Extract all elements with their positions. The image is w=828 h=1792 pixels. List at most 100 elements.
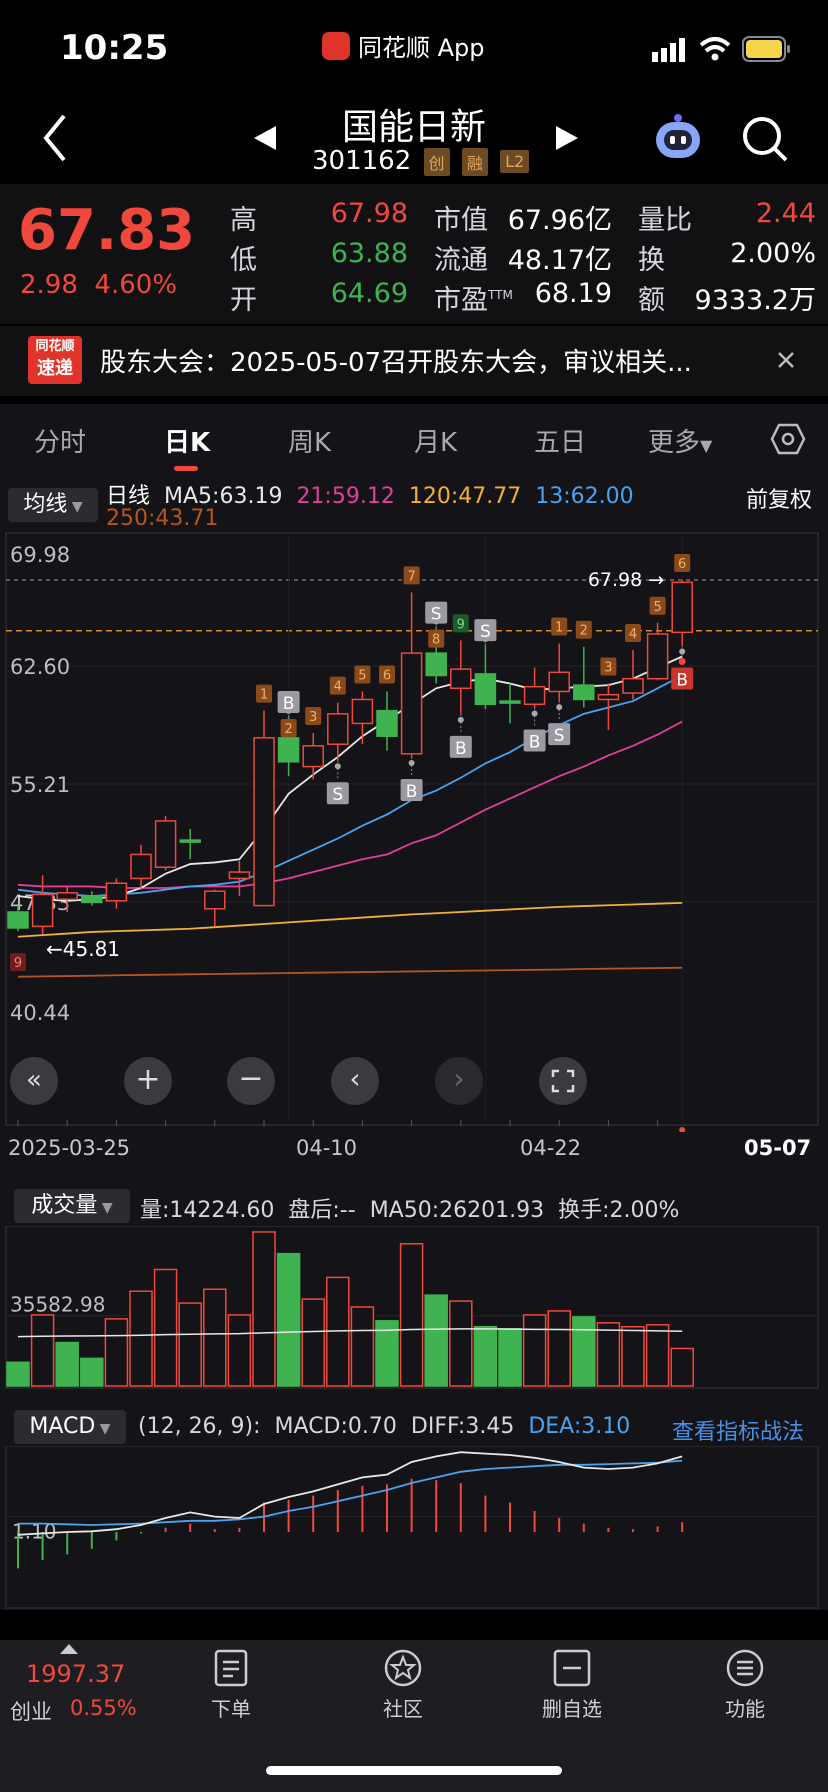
collapse-left-button[interactable]: « — [10, 1057, 58, 1105]
tab-more[interactable]: 更多▼ — [648, 422, 712, 459]
volume-bar — [301, 1298, 325, 1387]
candle-body — [499, 700, 521, 704]
zoom-in-button[interactable]: + — [124, 1057, 172, 1105]
signal-label: S — [554, 726, 565, 746]
community-button[interactable]: 社区 — [368, 1648, 438, 1722]
app-icon — [322, 31, 350, 60]
sequence-label: 9 — [14, 956, 22, 971]
badge-l2: L2 — [500, 150, 530, 173]
y-tick-label: 62.60 — [10, 655, 70, 679]
news-text[interactable]: 股东大会：2025-05-07召开股东大会，审议相关... — [100, 342, 760, 379]
candle-body — [376, 709, 398, 737]
signal-label: S — [431, 605, 442, 625]
candle-body — [573, 684, 595, 701]
stat-open-value: 64.69 — [330, 278, 408, 309]
volume-bar — [153, 1268, 178, 1387]
remove-watchlist-button[interactable]: 删自选 — [534, 1648, 610, 1722]
ma250-value: 250:43.71 — [106, 506, 219, 531]
candle-body — [130, 853, 152, 880]
candle-body — [671, 581, 693, 634]
candle-body — [179, 839, 201, 843]
dea-value: DEA:3.10 — [528, 1414, 631, 1439]
price-change: 2.98 4.60% — [20, 270, 177, 300]
next-stock-icon[interactable] — [554, 124, 580, 152]
signal-icon — [652, 38, 685, 62]
index-value[interactable]: 1997.37 — [26, 1660, 125, 1688]
tab-weekly-k[interactable]: 周K — [288, 422, 331, 459]
status-app-indicator[interactable]: 同花顺 App — [322, 28, 485, 63]
volume-selector[interactable]: 成交量 ▼ — [14, 1189, 130, 1223]
volume-bar — [522, 1314, 547, 1387]
date-label-0410: 04-10 — [296, 1136, 358, 1160]
ma120-value: 120:47.77 — [408, 484, 522, 509]
robot-assistant-icon[interactable] — [652, 112, 704, 164]
volume-bar — [645, 1324, 670, 1387]
order-button[interactable]: 下单 — [196, 1648, 266, 1722]
candle-body — [277, 737, 300, 763]
tab-five-day[interactable]: 五日 — [534, 422, 586, 459]
date-label-0422: 04-22 — [520, 1136, 582, 1160]
tab-daily-k[interactable]: 日K — [164, 422, 210, 459]
macd-selector[interactable]: MACD ▼ — [14, 1410, 126, 1444]
ma13-value: 13:62.00 — [535, 484, 634, 509]
signal-label: B — [455, 739, 467, 759]
volume-legend: 量:14224.60 盘后:-- MA50:26201.93 换手:2.00% — [140, 1192, 679, 1224]
candle-body — [228, 871, 251, 880]
settings-hex-icon[interactable] — [770, 422, 806, 456]
fullscreen-button[interactable] — [539, 1057, 587, 1105]
scroll-left-button[interactable]: ‹ — [331, 1057, 379, 1105]
signal-label: B — [529, 732, 541, 752]
home-indicator — [266, 1766, 562, 1775]
volume-value: 量:14224.60 — [140, 1198, 275, 1223]
indicator-strategy-link[interactable]: 查看指标战法 — [672, 1414, 804, 1446]
candle-body — [56, 892, 78, 900]
prev-stock-icon[interactable] — [252, 124, 278, 152]
sequence-label: 6 — [383, 668, 391, 683]
ma-selector[interactable]: 均线 ▼ — [8, 488, 98, 522]
chevron-down-icon: ▼ — [95, 1421, 111, 1437]
volume-bar — [399, 1243, 424, 1387]
change-value: 2.98 — [20, 270, 78, 300]
sequence-label: 2 — [284, 722, 292, 737]
stock-code-row: 301162 创 融 L2 — [312, 146, 530, 176]
index-percent: 0.55% — [70, 1696, 137, 1720]
stat-open-label: 开 — [230, 285, 257, 316]
function-button[interactable]: 功能 — [710, 1648, 780, 1722]
expand-up-icon[interactable] — [60, 1644, 78, 1654]
volume-bar — [596, 1322, 621, 1387]
y-tick-label: 55.21 — [10, 773, 70, 797]
candle-body — [548, 671, 570, 693]
tab-monthly-k[interactable]: 月K — [414, 422, 457, 459]
sequence-label: 2 — [580, 624, 588, 639]
signal-dot — [556, 704, 563, 711]
remove-watchlist-icon — [553, 1649, 591, 1687]
volume-ratio-value: 2.44 — [755, 198, 816, 229]
candle-body — [204, 890, 226, 910]
signal-label: S — [480, 622, 491, 642]
sequence-label: 1 — [260, 688, 268, 703]
volume-bar — [227, 1314, 252, 1387]
volume-chart[interactable]: 35582.98 — [0, 1226, 828, 1390]
candle-body — [105, 882, 128, 902]
tab-intraday[interactable]: 分时 — [34, 422, 86, 459]
volume-bar — [498, 1327, 522, 1387]
candle-body — [31, 893, 54, 928]
volume-bar — [55, 1341, 79, 1387]
adjust-mode[interactable]: 前复权 — [746, 482, 812, 514]
sequence-label: 1 — [555, 621, 563, 636]
scroll-right-button[interactable]: › — [435, 1057, 483, 1105]
ma-selector-label: 均线 — [23, 492, 68, 517]
close-icon[interactable] — [776, 350, 796, 370]
period-tabs: 分时 日K 周K 月K 五日 更多▼ — [0, 404, 828, 472]
status-app-name: 同花顺 App — [358, 34, 485, 62]
signal-label: B — [406, 782, 418, 802]
volume-bar — [449, 1300, 473, 1387]
high-price-label: 67.98 → — [588, 569, 664, 591]
search-icon[interactable] — [740, 114, 790, 164]
zoom-out-button[interactable]: − — [227, 1057, 275, 1105]
price-chart[interactable]: 69.9862.6055.2147.8340.4491B234S567BS89B… — [0, 532, 828, 1132]
macd-chart[interactable]: 1.10 — [0, 1446, 828, 1610]
badge-rong: 融 — [461, 147, 488, 176]
signal-label: S — [332, 785, 343, 805]
candle-body — [351, 698, 374, 725]
